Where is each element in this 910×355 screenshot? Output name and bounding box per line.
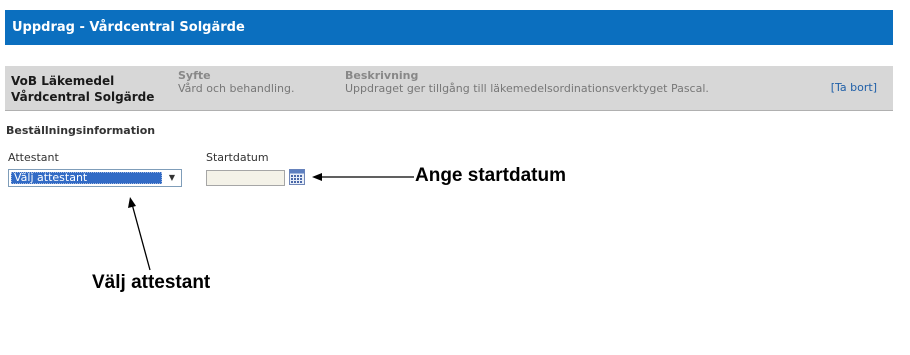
attestant-callout-arrow — [131, 203, 151, 271]
startdate-callout: Ange startdatum — [415, 165, 566, 186]
attestant-callout: Välj attestant — [92, 272, 211, 293]
startdate-callout-arrowhead — [312, 173, 322, 181]
attestant-callout-arrowhead — [128, 197, 136, 208]
